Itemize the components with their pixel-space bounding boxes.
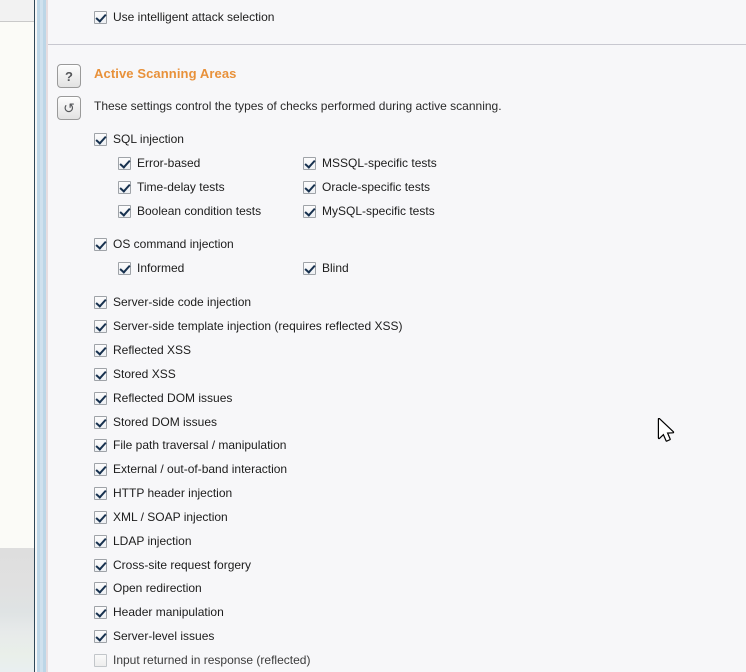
section-divider [48,44,746,45]
section-description: These settings control the types of chec… [94,99,502,113]
checkbox-stored-dom-issues[interactable] [94,415,107,429]
option-input-returned-in-response[interactable]: Input returned in response (reflected) [94,653,310,667]
option-sql-injection[interactable]: SQL injection [94,132,184,146]
option-os-command-injection[interactable]: OS command injection [94,237,234,251]
option-label: XML / SOAP injection [113,510,228,524]
option-label: SQL injection [113,132,184,146]
option-server-side-template-injection[interactable]: Server-side template injection (requires… [94,319,402,333]
option-external-out-of-band-interaction[interactable]: External / out-of-band interaction [94,462,287,476]
checkbox-error-based[interactable] [118,156,131,170]
checkbox-open-redirection[interactable] [94,581,107,595]
option-label: Blind [322,261,349,275]
option-cross-site-request-forgery[interactable]: Cross-site request forgery [94,558,251,572]
checkbox-server-side-template-injection[interactable] [94,319,107,333]
option-label: MSSQL-specific tests [322,156,437,170]
option-informed[interactable]: Informed [118,261,184,275]
reset-button[interactable]: ↺ [57,96,81,120]
section-title: Active Scanning Areas [94,66,237,81]
checkbox-xml-soap-injection[interactable] [94,510,107,524]
option-label: Header manipulation [113,605,224,619]
option-label: Server-side template injection (requires… [113,319,403,333]
checkbox-file-path-traversal[interactable] [94,438,107,452]
checkbox-reflected-xss[interactable] [94,343,107,357]
left-side-panel [0,0,35,672]
option-label: Reflected XSS [113,343,192,357]
checkbox-oracle-specific-tests[interactable] [303,180,316,194]
option-label: Boolean condition tests [137,204,262,218]
option-time-delay-tests[interactable]: Time-delay tests [118,180,225,194]
checkbox-informed[interactable] [118,261,131,275]
checkbox-cross-site-request-forgery[interactable] [94,558,107,572]
left-panel-header [0,0,34,22]
checkbox-sql-injection[interactable] [94,132,107,146]
option-label: LDAP injection [113,534,192,548]
option-label: Stored XSS [113,367,176,381]
option-label: Stored DOM issues [113,415,218,429]
scrollbar-thumb-highlight [40,0,43,672]
option-http-header-injection[interactable]: HTTP header injection [94,486,232,500]
option-mssql-specific-tests[interactable]: MSSQL-specific tests [303,156,437,170]
option-oracle-specific-tests[interactable]: Oracle-specific tests [303,180,430,194]
checkbox-os-command-injection[interactable] [94,237,107,251]
option-use-intelligent-attack-selection[interactable]: Use intelligent attack selection [94,10,274,24]
option-label: Reflected DOM issues [113,391,233,405]
checkbox-server-side-code-injection[interactable] [94,295,107,309]
option-stored-xss[interactable]: Stored XSS [94,367,176,381]
checkbox-http-header-injection[interactable] [94,486,107,500]
option-reflected-xss[interactable]: Reflected XSS [94,343,191,357]
option-mysql-specific-tests[interactable]: MySQL-specific tests [303,204,435,218]
option-header-manipulation[interactable]: Header manipulation [94,605,224,619]
option-server-side-code-injection[interactable]: Server-side code injection [94,295,251,309]
option-label: HTTP header injection [113,486,233,500]
option-open-redirection[interactable]: Open redirection [94,581,202,595]
option-label: Open redirection [113,581,202,595]
option-server-level-issues[interactable]: Server-level issues [94,629,214,643]
checkbox-time-delay-tests[interactable] [118,180,131,194]
settings-content-pane: Use intelligent attack selection ? ↺ Act… [48,0,746,672]
option-stored-dom-issues[interactable]: Stored DOM issues [94,415,217,429]
checkbox-boolean-condition-tests[interactable] [118,204,131,218]
refresh-icon: ↺ [63,99,75,116]
checkbox-stored-xss[interactable] [94,367,107,381]
option-boolean-condition-tests[interactable]: Boolean condition tests [118,204,261,218]
checkbox-external-out-of-band-interaction[interactable] [94,462,107,476]
checkbox-mssql-specific-tests[interactable] [303,156,316,170]
option-label: Use intelligent attack selection [113,10,275,24]
option-label: Informed [137,261,185,275]
option-label: Cross-site request forgery [113,558,252,572]
option-label: Oracle-specific tests [322,180,431,194]
option-label: File path traversal / manipulation [113,438,287,452]
option-label: Input returned in response (reflected) [113,653,311,667]
option-reflected-dom-issues[interactable]: Reflected DOM issues [94,391,232,405]
option-blind[interactable]: Blind [303,261,349,275]
option-label: Server-level issues [113,629,215,643]
left-panel-gradient-area [0,548,34,672]
option-ldap-injection[interactable]: LDAP injection [94,534,192,548]
option-file-path-traversal[interactable]: File path traversal / manipulation [94,438,286,452]
option-label: MySQL-specific tests [322,204,435,218]
checkbox-input-returned-in-response[interactable] [94,653,107,667]
option-label: External / out-of-band interaction [113,462,288,476]
option-label: OS command injection [113,237,234,251]
option-error-based[interactable]: Error-based [118,156,200,170]
checkbox-use-intelligent-attack-selection[interactable] [94,10,107,24]
checkbox-ldap-injection[interactable] [94,534,107,548]
option-label: Error-based [137,156,201,170]
checkbox-header-manipulation[interactable] [94,605,107,619]
option-label: Server-side code injection [113,295,252,309]
checkbox-server-level-issues[interactable] [94,629,107,643]
help-button[interactable]: ? [57,64,81,88]
checkbox-mysql-specific-tests[interactable] [303,204,316,218]
checkbox-reflected-dom-issues[interactable] [94,391,107,405]
app-window: Use intelligent attack selection ? ↺ Act… [0,0,746,672]
option-label: Time-delay tests [137,180,225,194]
question-mark-icon: ? [65,68,73,84]
checkbox-blind[interactable] [303,261,316,275]
option-xml-soap-injection[interactable]: XML / SOAP injection [94,510,228,524]
